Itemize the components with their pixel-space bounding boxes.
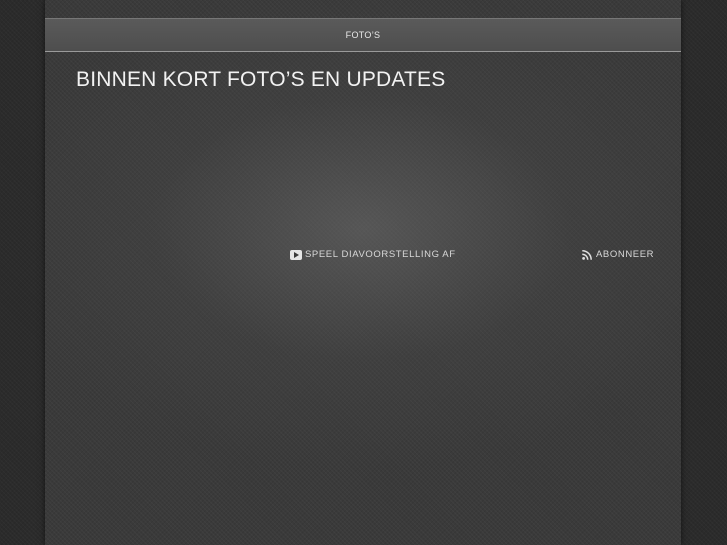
subscribe-link[interactable]: ABONNEER bbox=[582, 249, 654, 260]
play-icon bbox=[290, 249, 302, 260]
page-title: BINNEN KORT FOTO’S EN UPDATES bbox=[76, 68, 446, 91]
play-slideshow-link[interactable]: SPEEL DIAVOORSTELLING AF bbox=[290, 249, 456, 260]
nav-item-fotos[interactable]: FOTO’S bbox=[340, 26, 387, 44]
play-slideshow-label: SPEEL DIAVOORSTELLING AF bbox=[305, 249, 456, 260]
page-column: FOTO’S BINNEN KORT FOTO’S EN UPDATES SPE… bbox=[45, 0, 681, 545]
subscribe-label: ABONNEER bbox=[596, 249, 655, 260]
nav-bar: FOTO’S bbox=[45, 18, 681, 52]
rss-icon bbox=[582, 249, 592, 260]
